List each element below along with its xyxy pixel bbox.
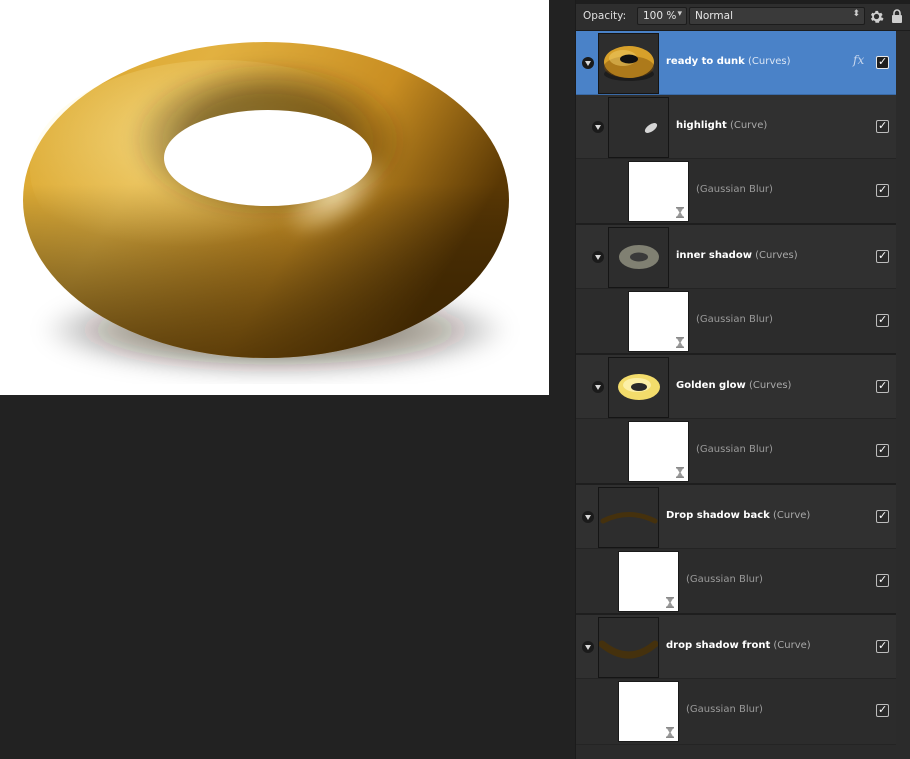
visibility-checkbox[interactable] [876, 249, 889, 263]
layer-type: (Curves) [748, 56, 791, 67]
stepper-icon: ⬍ [852, 9, 860, 19]
visibility-checkbox[interactable] [876, 703, 889, 717]
collapse-toggle-icon[interactable] [592, 251, 604, 263]
layer-label: highlight (Curve) [676, 120, 767, 131]
hourglass-icon [676, 467, 684, 478]
layer-row-drop-shadow-front[interactable]: drop shadow front (Curve) [576, 615, 896, 679]
layer-label: (Gaussian Blur) [686, 574, 763, 585]
layer-row-gaussian-blur[interactable]: (Gaussian Blur) [576, 289, 896, 355]
layer-label: Golden glow (Curves) [676, 380, 791, 391]
filter-thumbnail [628, 291, 689, 352]
layer-row-gaussian-blur[interactable]: (Gaussian Blur) [576, 549, 896, 615]
layer-label: inner shadow (Curves) [676, 250, 798, 261]
collapse-toggle-icon[interactable] [582, 511, 594, 523]
collapse-toggle-icon[interactable] [582, 641, 594, 653]
visibility-checkbox[interactable] [876, 509, 889, 523]
layer-name: ready to dunk [666, 56, 745, 67]
filter-name: (Gaussian Blur) [686, 704, 763, 715]
layer-row-highlight[interactable]: highlight (Curve) [576, 95, 896, 159]
layer-type: (Curve) [773, 640, 811, 651]
filter-thumbnail [628, 161, 689, 222]
layer-thumbnail [608, 227, 669, 288]
layer-label: drop shadow front (Curve) [666, 640, 811, 651]
layer-type: (Curve) [729, 120, 768, 131]
visibility-checkbox[interactable] [876, 183, 889, 197]
filter-thumbnail [618, 681, 679, 742]
visibility-checkbox[interactable] [876, 573, 889, 587]
hourglass-icon [666, 597, 674, 608]
layer-row-gaussian-blur[interactable]: (Gaussian Blur) [576, 159, 896, 225]
layer-label: (Gaussian Blur) [696, 314, 773, 325]
layer-name: drop shadow front [666, 640, 771, 651]
hourglass-icon [676, 207, 684, 218]
scrollbar-track[interactable] [896, 31, 910, 759]
layer-name: Drop shadow back [666, 510, 770, 521]
visibility-checkbox[interactable] [876, 443, 889, 457]
layer-row-gaussian-blur[interactable]: (Gaussian Blur) [576, 419, 896, 485]
collapse-toggle-icon[interactable] [592, 121, 604, 133]
gear-icon[interactable] [869, 9, 884, 24]
blend-mode-value: Normal [695, 10, 733, 22]
filter-name: (Gaussian Blur) [696, 184, 773, 195]
donut-artwork [23, 42, 510, 375]
layer-thumbnail [598, 33, 659, 94]
filter-thumbnail [628, 421, 689, 482]
layer-name: Golden glow [676, 380, 746, 391]
collapse-toggle-icon[interactable] [592, 381, 604, 393]
layers-toolbar: Opacity: 100 % ▾ Normal ⬍ [576, 4, 910, 31]
opacity-label: Opacity: [583, 10, 627, 22]
layer-label: (Gaussian Blur) [696, 444, 773, 455]
visibility-checkbox[interactable] [876, 379, 889, 393]
layer-row-inner-shadow[interactable]: inner shadow (Curves) [576, 225, 896, 289]
filter-name: (Gaussian Blur) [696, 444, 773, 455]
layer-row-gaussian-blur[interactable]: (Gaussian Blur) [576, 679, 896, 745]
layer-type: (Curves) [748, 380, 792, 391]
layer-thumbnail [608, 357, 669, 418]
fx-icon[interactable]: fx [853, 53, 864, 67]
canvas-area[interactable] [0, 0, 575, 759]
hourglass-icon [676, 337, 684, 348]
collapse-toggle-icon[interactable] [582, 57, 594, 69]
visibility-checkbox[interactable] [876, 313, 889, 327]
layer-name: highlight [676, 120, 727, 131]
layer-type: (Curve) [772, 510, 811, 521]
visibility-checkbox[interactable] [876, 55, 889, 69]
visibility-checkbox[interactable] [876, 119, 889, 133]
layer-row-drop-shadow-back[interactable]: Drop shadow back (Curve) [576, 485, 896, 549]
lock-icon[interactable] [891, 9, 903, 24]
layers-list: ready to dunk (Curves) fx highlight (Cur… [576, 31, 896, 745]
layer-label: (Gaussian Blur) [696, 184, 773, 195]
filter-thumbnail [618, 551, 679, 612]
layer-label: ready to dunk (Curves) [666, 56, 791, 67]
layer-row-ready-to-dunk[interactable]: ready to dunk (Curves) fx [576, 31, 896, 95]
layer-row-golden-glow[interactable]: Golden glow (Curves) [576, 355, 896, 419]
caret-down-icon: ▾ [677, 9, 682, 19]
filter-name: (Gaussian Blur) [686, 574, 763, 585]
opacity-value: 100 % [643, 10, 677, 22]
visibility-checkbox[interactable] [876, 639, 889, 653]
layer-thumbnail [608, 97, 669, 158]
document-canvas[interactable] [0, 0, 549, 395]
layer-type: (Curves) [755, 250, 798, 261]
blend-mode-select[interactable]: Normal ⬍ [689, 7, 865, 25]
opacity-dropdown[interactable]: 100 % ▾ [637, 7, 687, 25]
layer-thumbnail [598, 487, 659, 548]
hourglass-icon [666, 727, 674, 738]
layer-label: (Gaussian Blur) [686, 704, 763, 715]
filter-name: (Gaussian Blur) [696, 314, 773, 325]
layer-label: Drop shadow back (Curve) [666, 510, 810, 521]
layer-thumbnail [598, 617, 659, 678]
layers-panel: Opacity: 100 % ▾ Normal ⬍ ready to dunk … [575, 0, 910, 759]
layer-name: inner shadow [676, 250, 752, 261]
